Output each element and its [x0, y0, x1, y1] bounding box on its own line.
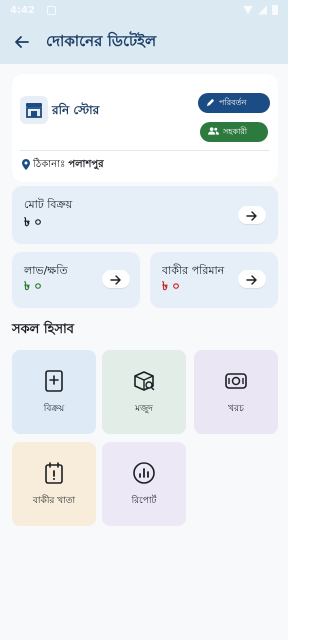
people-icon: [208, 127, 219, 137]
signal-icon: [258, 5, 267, 15]
back-arrow-icon[interactable]: [10, 30, 34, 54]
section-title: সকল হিসাব: [12, 322, 75, 337]
tile-report-label: রিপোর্ট: [131, 495, 157, 506]
pencil-icon: [206, 98, 215, 109]
address-label: ঠিকানাঃ: [33, 159, 66, 170]
arrow-right-icon: [246, 206, 258, 225]
app-bar: দোকানের ডিটেইল: [0, 20, 288, 64]
tile-due-ledger-label: বাকীর খাতা: [32, 495, 76, 506]
arrow-right-icon: [246, 270, 258, 289]
tile-stock[interactable]: মজুদ: [102, 350, 186, 434]
status-icons: [243, 5, 278, 15]
total-sales-value: ৳ ০: [24, 215, 42, 229]
tile-expense[interactable]: খরচ: [194, 350, 278, 434]
total-sales-card[interactable]: মোট বিক্রয় ৳ ০: [12, 186, 278, 244]
report-chart-icon: [132, 461, 156, 485]
edit-shop-label: পরিবর্তন: [219, 97, 247, 107]
tile-expense-label: খরচ: [228, 403, 244, 414]
wifi-icon: [243, 6, 253, 14]
helper-button[interactable]: সহকারী: [200, 122, 268, 142]
content-area: রনি স্টোর পরিবর্তন সহকারী ঠিকানাঃ পলাশপু…: [0, 64, 288, 640]
tile-report[interactable]: রিপোর্ট: [102, 442, 186, 526]
total-sales-arrow-button[interactable]: [238, 206, 266, 224]
address-row: ঠিকানাঃ পলাশপুর: [22, 157, 104, 174]
due-ledger-icon: [42, 461, 66, 485]
shop-info-card: রনি স্টোর পরিবর্তন সহকারী ঠিকানাঃ পলাশপু…: [12, 74, 278, 182]
status-time: 4:42: [10, 4, 35, 16]
tile-stock-label: মজুদ: [135, 403, 153, 414]
tile-due-ledger[interactable]: বাকীর খাতা: [12, 442, 96, 526]
due-amount-arrow-button[interactable]: [238, 270, 266, 288]
page-title: দোকানের ডিটেইল: [46, 31, 157, 50]
battery-icon: [272, 5, 278, 15]
edit-shop-button[interactable]: পরিবর্তন: [198, 93, 270, 113]
total-sales-label: মোট বিক্রয়: [24, 198, 73, 211]
location-pin-icon: [22, 158, 30, 173]
profit-loss-card[interactable]: লাভ/ক্ষতি ৳ ০: [12, 252, 140, 308]
status-bar: 4:42: [0, 0, 288, 20]
due-amount-card[interactable]: বাকীর পরিমান ৳ ০: [150, 252, 278, 308]
store-icon: [20, 96, 48, 124]
stock-box-icon: [132, 369, 156, 393]
helper-label: সহকারী: [223, 126, 248, 136]
expense-cash-icon: [224, 369, 248, 393]
profit-loss-value: ৳ ০: [24, 279, 42, 293]
notification-icon: [46, 5, 56, 15]
profit-loss-arrow-button[interactable]: [102, 270, 130, 288]
address-value: পলাশপুর: [68, 159, 104, 170]
sales-receipt-icon: [42, 369, 66, 393]
tile-sales-label: বিক্রয়: [43, 403, 65, 414]
divider: [20, 150, 270, 151]
tile-sales[interactable]: বিক্রয়: [12, 350, 96, 434]
shop-name: রনি স্টোর: [52, 103, 100, 117]
due-amount-value: ৳ ০: [162, 279, 180, 293]
arrow-right-icon: [110, 270, 122, 289]
